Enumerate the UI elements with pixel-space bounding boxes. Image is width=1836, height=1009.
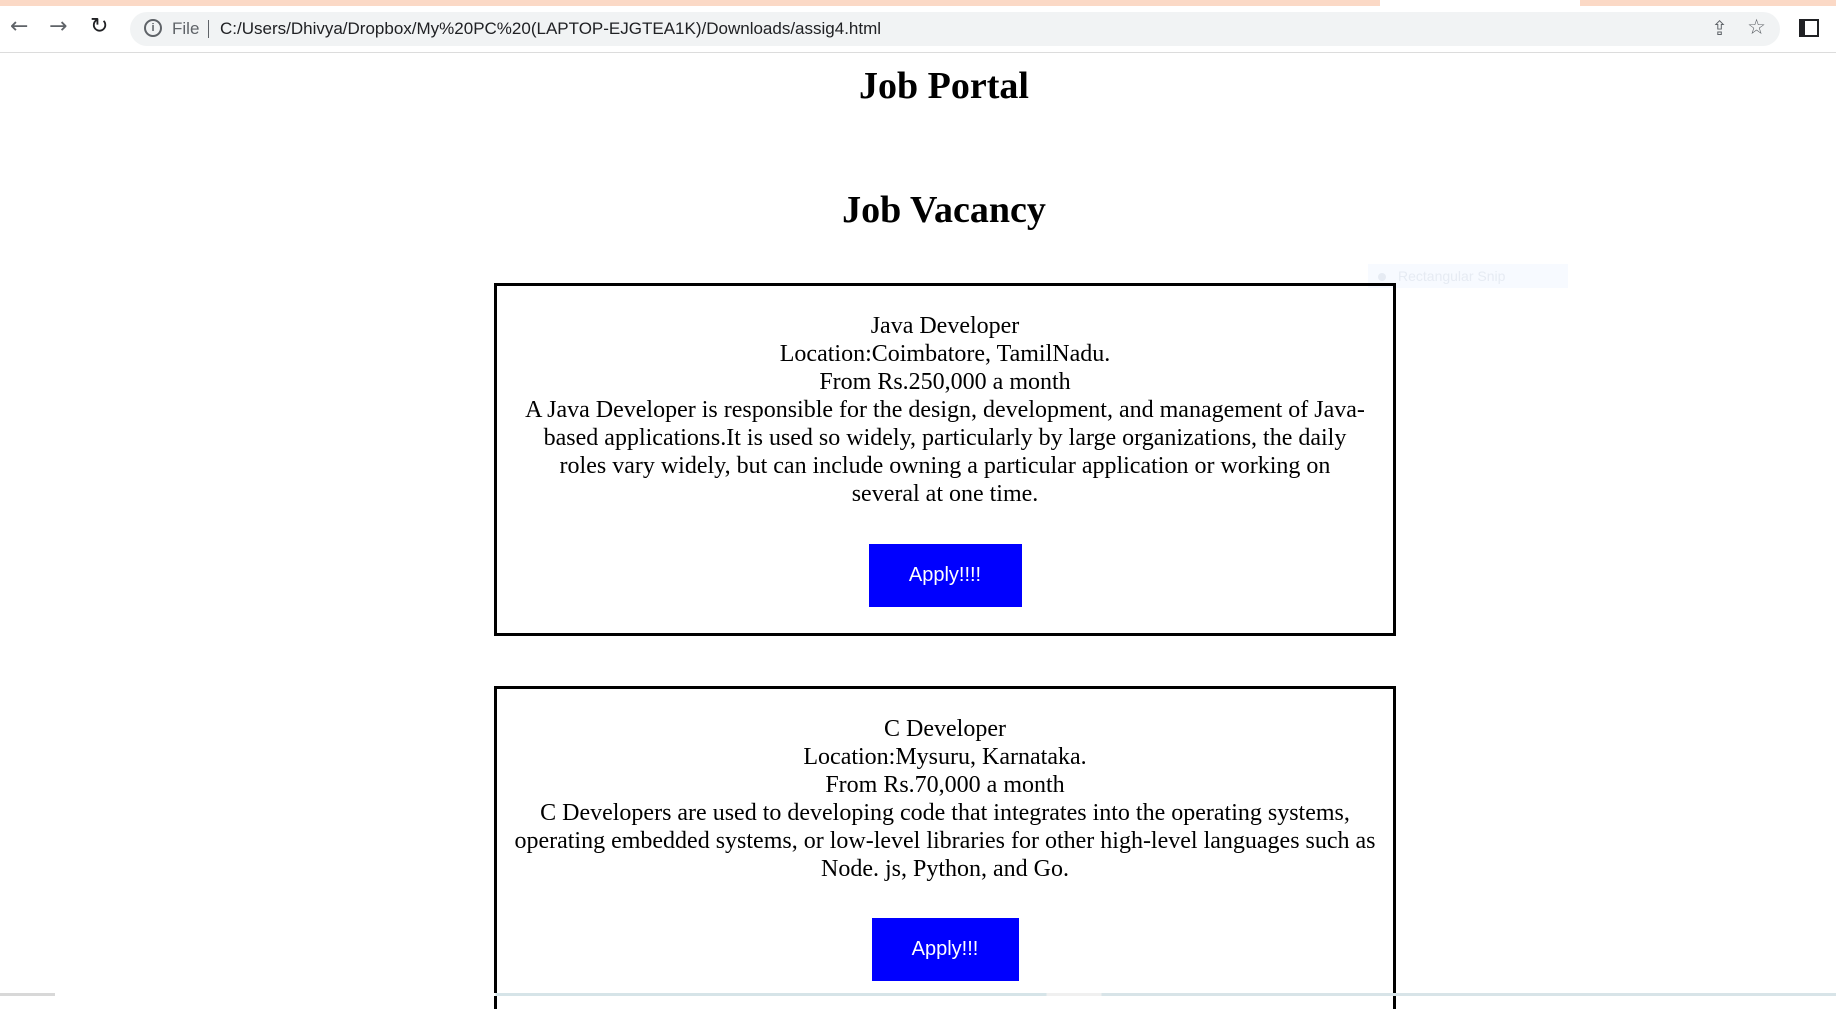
job-description: A Java Developer is responsible for the … [525,397,1365,507]
job-title: C Developer [884,716,1006,742]
share-icon[interactable]: ⇪ [1711,16,1728,40]
section-heading: Job Vacancy [842,189,1046,231]
address-bar[interactable]: i File C:/Users/Dhivya/Dropbox/My%20PC%2… [130,12,1780,46]
snip-label: Rectangular Snip [1398,268,1506,284]
back-icon[interactable]: ← [10,14,28,39]
info-icon[interactable]: i [144,19,162,37]
bookmark-star-icon[interactable]: ☆ [1747,15,1766,39]
browser-toolbar: ← → ↻ i File C:/Users/Dhivya/Dropbox/My%… [0,6,1836,53]
job-salary: From Rs.250,000 a month [819,369,1071,395]
url-text[interactable]: C:/Users/Dhivya/Dropbox/My%20PC%20(LAPTO… [220,19,881,39]
apply-button[interactable]: Apply!!! [871,918,1019,981]
job-card: C Developer Location:Mysuru, Karnataka. … [494,686,1396,1009]
reload-icon[interactable]: ↻ [90,14,108,39]
file-label: File [172,19,200,38]
snip-tooltip: Rectangular Snip [1368,264,1568,288]
snip-icon [1378,273,1386,281]
side-panel-icon[interactable] [1799,19,1819,37]
job-location: Location:Coimbatore, TamilNadu. [779,341,1111,367]
job-location: Location:Mysuru, Karnataka. [803,744,1087,770]
job-card: Java Developer Location:Coimbatore, Tami… [494,283,1396,636]
page-title: Job Portal [859,65,1029,107]
job-salary: From Rs.70,000 a month [825,772,1065,798]
apply-button[interactable]: Apply!!!! [868,544,1022,607]
job-title: Java Developer [870,313,1020,339]
divider [208,20,209,38]
job-description: C Developers are used to developing code… [514,800,1376,882]
forward-icon[interactable]: → [49,14,67,39]
